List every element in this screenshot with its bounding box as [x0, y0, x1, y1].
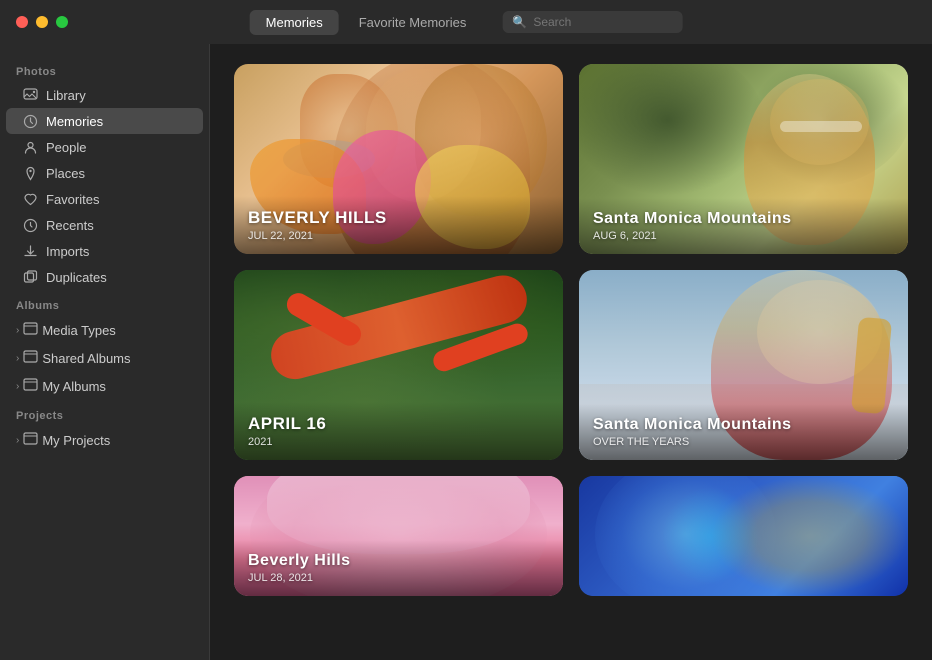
media-types-icon — [23, 321, 38, 339]
my-projects-label: My Projects — [42, 433, 110, 448]
library-icon — [22, 87, 38, 103]
memory-date: JUL 22, 2021 — [248, 230, 549, 242]
memory-title: BEVERLY HILLS — [248, 208, 549, 228]
sidebar-item-imports[interactable]: Imports — [6, 238, 203, 264]
albums-section-label: Albums — [0, 290, 209, 316]
memories-content: BEVERLY HILLS JUL 22, 2021 — [210, 44, 932, 660]
sidebar-item-media-types[interactable]: › Media Types — [6, 316, 203, 344]
sidebar-item-shared-albums[interactable]: › Shared Albums — [6, 344, 203, 372]
memory-date-5: JUL 28, 2021 — [248, 572, 549, 584]
memory-card-santa-monica-2[interactable]: Santa Monica Mountains OVER THE YEARS — [579, 270, 908, 460]
shared-albums-label: Shared Albums — [42, 351, 130, 366]
title-bar-center: Memories Favorite Memories 🔍 — [250, 10, 683, 35]
memory-card-beverly-hills-2[interactable]: Beverly Hills JUL 28, 2021 — [234, 476, 563, 596]
search-input[interactable] — [533, 15, 672, 29]
minimize-button[interactable] — [36, 16, 48, 28]
memories-label: Memories — [46, 114, 103, 129]
maximize-button[interactable] — [56, 16, 68, 28]
shared-albums-icon — [23, 349, 38, 367]
recents-icon — [22, 217, 38, 233]
memory-date-2: AUG 6, 2021 — [593, 230, 894, 242]
memory-title-5: Beverly Hills — [248, 552, 549, 570]
search-icon: 🔍 — [512, 15, 527, 29]
chevron-right-icon-4: › — [16, 435, 19, 446]
sidebar-item-my-projects[interactable]: › My Projects — [6, 426, 203, 454]
sidebar-item-my-albums[interactable]: › My Albums — [6, 372, 203, 400]
chevron-right-icon: › — [16, 325, 19, 336]
window-controls — [16, 16, 68, 28]
close-button[interactable] — [16, 16, 28, 28]
memory-title-4: Santa Monica Mountains — [593, 416, 894, 434]
imports-label: Imports — [46, 244, 89, 259]
favorites-icon — [22, 191, 38, 207]
sidebar-item-memories[interactable]: Memories — [6, 108, 203, 134]
title-bar: Memories Favorite Memories 🔍 — [0, 0, 932, 44]
sidebar-item-recents[interactable]: Recents — [6, 212, 203, 238]
my-projects-icon — [23, 431, 38, 449]
duplicates-icon — [22, 269, 38, 285]
imports-icon — [22, 243, 38, 259]
sidebar-item-favorites[interactable]: Favorites — [6, 186, 203, 212]
sidebar-item-library[interactable]: Library — [6, 82, 203, 108]
people-icon — [22, 139, 38, 155]
sidebar-item-people[interactable]: People — [6, 134, 203, 160]
memory-subtitle-4: OVER THE YEARS — [593, 436, 894, 448]
memory-date-3: 2021 — [248, 436, 549, 448]
memory-card-blue[interactable] — [579, 476, 908, 596]
memory-card-overlay-4: Santa Monica Mountains OVER THE YEARS — [579, 404, 908, 460]
memory-title-2: Santa Monica Mountains — [593, 210, 894, 228]
favorites-label: Favorites — [46, 192, 99, 207]
chevron-right-icon-2: › — [16, 353, 19, 364]
memory-card-overlay-2: Santa Monica Mountains AUG 6, 2021 — [579, 198, 908, 254]
recents-label: Recents — [46, 218, 94, 233]
sidebar-item-duplicates[interactable]: Duplicates — [6, 264, 203, 290]
library-label: Library — [46, 88, 86, 103]
memory-title-3: APRIL 16 — [248, 414, 549, 434]
memory-card-overlay-5: Beverly Hills JUL 28, 2021 — [234, 540, 563, 596]
places-label: Places — [46, 166, 85, 181]
people-label: People — [46, 140, 86, 155]
main-layout: Photos Library Memories — [0, 44, 932, 660]
memories-grid: BEVERLY HILLS JUL 22, 2021 — [234, 64, 908, 596]
search-box: 🔍 — [502, 11, 682, 33]
places-icon — [22, 165, 38, 181]
sidebar-item-places[interactable]: Places — [6, 160, 203, 186]
photos-section-label: Photos — [0, 56, 209, 82]
my-albums-label: My Albums — [42, 379, 106, 394]
memory-card-overlay: BEVERLY HILLS JUL 22, 2021 — [234, 196, 563, 254]
memories-icon — [22, 113, 38, 129]
memory-card-beverly-hills[interactable]: BEVERLY HILLS JUL 22, 2021 — [234, 64, 563, 254]
projects-section-label: Projects — [0, 400, 209, 426]
memory-card-overlay-3: APRIL 16 2021 — [234, 402, 563, 460]
sidebar: Photos Library Memories — [0, 44, 210, 660]
memory-card-april-16[interactable]: APRIL 16 2021 — [234, 270, 563, 460]
chevron-right-icon-3: › — [16, 381, 19, 392]
duplicates-label: Duplicates — [46, 270, 107, 285]
tab-memories[interactable]: Memories — [250, 10, 339, 35]
memory-card-santa-monica-1[interactable]: Santa Monica Mountains AUG 6, 2021 — [579, 64, 908, 254]
tab-favorite-memories[interactable]: Favorite Memories — [343, 10, 483, 35]
my-albums-icon — [23, 377, 38, 395]
media-types-label: Media Types — [42, 323, 115, 338]
